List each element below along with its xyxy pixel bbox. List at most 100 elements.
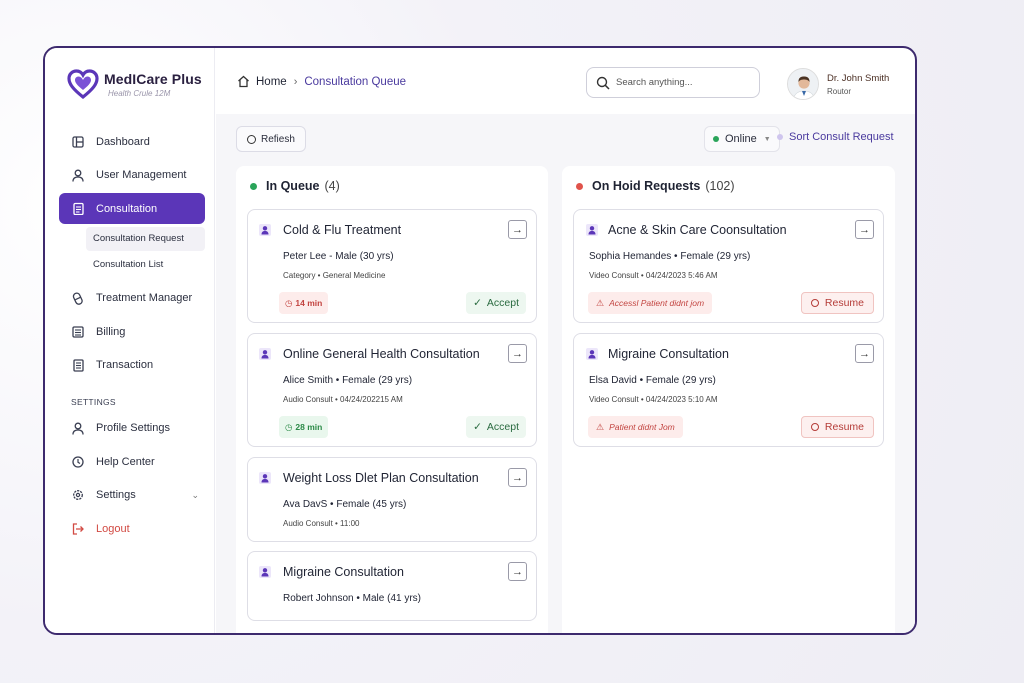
on-hold-card[interactable]: Migraine Consultation → Elsa David • Fem… xyxy=(573,333,884,447)
sidebar-item-label: Settings xyxy=(96,489,136,501)
card-meta: Audio Consult • 11:00 xyxy=(283,519,360,528)
card-title: Online General Health Consultation xyxy=(283,347,480,361)
sidebar-item-logout[interactable]: Logout xyxy=(59,513,205,544)
card-meta: Video Consult • 04/24/2023 5:10 AM xyxy=(589,395,718,404)
resume-button[interactable]: Resume xyxy=(800,416,874,438)
breadcrumb-home[interactable]: Home xyxy=(256,76,287,88)
sidebar-item-label: Dashboard xyxy=(96,135,150,148)
brand-logo[interactable]: MedICare Plus Health Crule 12M xyxy=(67,68,202,100)
warning-text: Accessl Patient didnt jom xyxy=(609,298,705,308)
dashboard-icon xyxy=(71,135,85,149)
sidebar-item-transaction[interactable]: Transaction xyxy=(59,350,205,381)
clock-icon: ◷ xyxy=(285,421,293,432)
card-title: Migraine Consultation xyxy=(608,347,729,361)
sidebar-item-label: Profile Settings xyxy=(96,422,170,434)
card-meta: Video Consult • 04/24/2023 5:46 AM xyxy=(589,271,718,280)
wait-time-badge: ◷ 14 min xyxy=(279,292,329,314)
sort-dot xyxy=(777,134,783,140)
on-hold-count: (102) xyxy=(705,179,735,193)
patient-icon xyxy=(586,224,598,236)
sidebar-item-label: Consultation xyxy=(96,202,158,215)
on-hold-title: On Hoid Requests xyxy=(592,179,701,193)
sidebar-item-consultation[interactable]: Consultation xyxy=(59,193,205,224)
card-patient: Ava DavS • Female (45 yrs) xyxy=(283,499,407,510)
queue-card[interactable]: Online General Health Consultation → Ali… xyxy=(247,333,537,447)
patient-icon xyxy=(259,566,271,578)
user-name: Dr. John Smith xyxy=(827,72,890,84)
in-queue-column: In Queue (4) Cold & Flu Treatment → Pete… xyxy=(236,166,548,633)
resume-label: Resume xyxy=(824,421,864,433)
sidebar-item-user-management[interactable]: User Management xyxy=(59,160,205,191)
in-queue-status-dot xyxy=(250,182,257,190)
resume-label: Resume xyxy=(824,297,864,309)
on-hold-status-dot xyxy=(576,182,583,190)
on-hold-card[interactable]: Acne & Skin Care Coonsultation → Sophia … xyxy=(573,209,884,323)
avatar[interactable] xyxy=(787,68,819,100)
patient-icon xyxy=(586,348,598,360)
card-title: Cold & Flu Treatment xyxy=(283,223,402,237)
on-hold-column: On Hoid Requests (102) Acne & Skin Care … xyxy=(562,166,895,633)
open-arrow-icon[interactable]: → xyxy=(508,344,527,363)
sidebar-item-treatment-manager[interactable]: Treatment Manager xyxy=(59,283,205,314)
wait-time-badge: ◷ 28 min xyxy=(279,416,329,438)
transaction-icon xyxy=(71,358,85,372)
sidebar-subitem-consultation-list[interactable]: Consultation List xyxy=(86,253,205,277)
sort-consult-request-button[interactable]: Sort Consult Request xyxy=(777,131,894,143)
accept-button[interactable]: ✓ Accept xyxy=(466,416,526,438)
clipboard-icon xyxy=(71,202,85,216)
in-queue-title: In Queue xyxy=(266,179,320,193)
wait-time: 28 min xyxy=(295,422,323,432)
warning-badge: ⚠ Patient didnt Jom xyxy=(588,416,683,438)
breadcrumb-current: Consultation Queue xyxy=(304,75,407,88)
sort-label: Sort Consult Request xyxy=(789,131,894,143)
open-arrow-icon[interactable]: → xyxy=(508,468,527,487)
sidebar-item-settings[interactable]: Settings ⌄ xyxy=(59,480,205,511)
patient-icon xyxy=(259,348,271,360)
resume-icon xyxy=(810,299,819,307)
card-patient: Robert Johnson • Male (41 yrs) xyxy=(283,593,422,604)
user-icon xyxy=(71,168,85,182)
sidebar-item-billing[interactable]: Billing xyxy=(59,316,205,347)
status-dropdown[interactable]: Online ▼ xyxy=(704,126,780,152)
heart-logo-icon xyxy=(67,69,99,100)
queue-card[interactable]: Migraine Consultation → Robert Johnson •… xyxy=(247,551,537,621)
sidebar-subitem-consultation-request[interactable]: Consultation Request xyxy=(86,226,205,251)
warning-badge: ⚠ Accessl Patient didnt jom xyxy=(588,292,713,314)
open-arrow-icon[interactable]: → xyxy=(855,220,874,239)
patient-icon xyxy=(259,472,271,484)
search-input[interactable] xyxy=(616,77,746,88)
patient-icon xyxy=(259,224,271,236)
refresh-icon xyxy=(247,134,256,144)
warning-icon: ⚠ xyxy=(596,297,605,308)
user-profile[interactable]: Dr. John Smith Routor xyxy=(787,68,889,100)
refresh-button[interactable]: Refiesh xyxy=(236,126,306,152)
queue-card[interactable]: Cold & Flu Treatment → Peter Lee - Male … xyxy=(247,209,537,323)
search-box[interactable] xyxy=(586,67,760,98)
card-title: Acne & Skin Care Coonsultation xyxy=(608,223,787,237)
warning-text: Patient didnt Jom xyxy=(609,422,675,432)
open-arrow-icon[interactable]: → xyxy=(855,344,874,363)
search-icon xyxy=(596,76,610,90)
sidebar-item-profile-settings[interactable]: Profile Settings xyxy=(59,413,205,444)
open-arrow-icon[interactable]: → xyxy=(508,220,527,239)
resume-button[interactable]: Resume xyxy=(800,292,874,314)
sidebar-item-label: Help Center xyxy=(96,455,155,468)
resume-icon xyxy=(810,423,819,431)
card-patient: Alice Smith • Female (29 yrs) xyxy=(283,375,413,386)
card-patient: Peter Lee - Male (30 yrs) xyxy=(283,251,394,262)
user-icon xyxy=(71,421,85,435)
accept-label: Accept xyxy=(486,421,519,433)
clock-icon: ◷ xyxy=(285,297,293,308)
queue-card[interactable]: Weight Loss Dlet Plan Consultation → Ava… xyxy=(247,457,537,542)
sidebar-nav: Dashboard User Management Consultation C… xyxy=(59,126,205,547)
main-content: Refiesh Online ▼ Sort Consult Request In… xyxy=(216,114,915,633)
breadcrumb: Home › Consultation Queue xyxy=(237,75,406,88)
sidebar-item-help-center[interactable]: Help Center xyxy=(59,446,205,477)
accept-button[interactable]: ✓ Accept xyxy=(466,292,526,314)
brand-name: MedICare Plus xyxy=(104,70,202,87)
open-arrow-icon[interactable]: → xyxy=(508,562,527,581)
home-icon xyxy=(238,75,249,88)
sidebar-item-label: Treatment Manager xyxy=(96,292,193,304)
sidebar-item-dashboard[interactable]: Dashboard xyxy=(59,126,205,157)
online-status-dot xyxy=(713,136,719,142)
